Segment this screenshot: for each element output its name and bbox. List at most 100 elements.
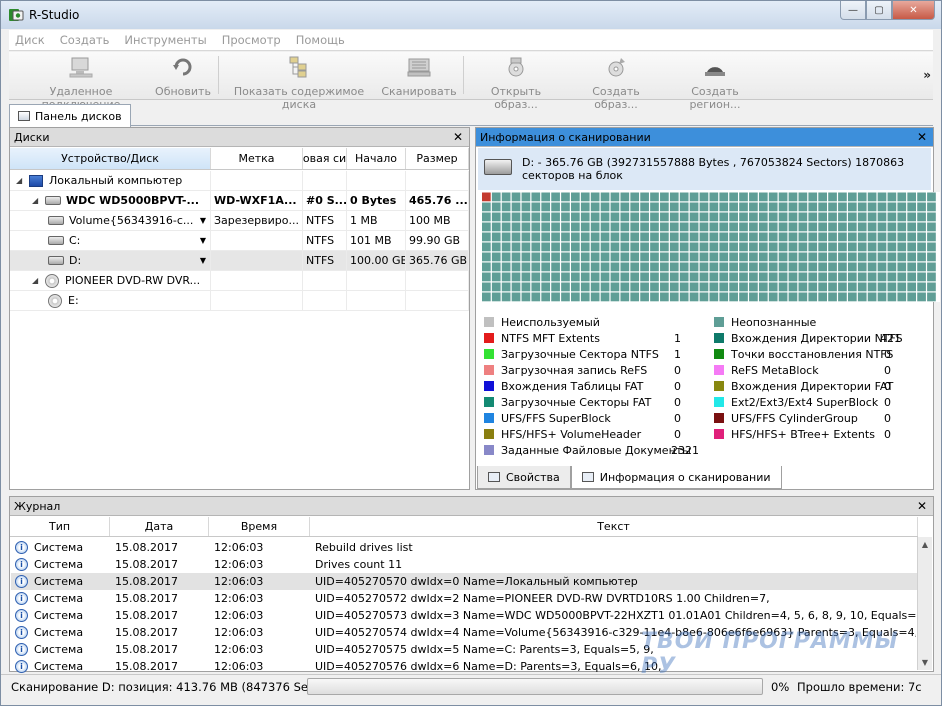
scan-block	[600, 212, 610, 222]
create-image-button[interactable]: Создать образ...	[569, 56, 663, 111]
menu-disk[interactable]: Диск	[15, 33, 45, 47]
scan-block	[927, 232, 936, 242]
scan-block	[699, 282, 709, 292]
disk-row[interactable]: D: ▼ NTFS 100.00 GB 365.76 GB	[10, 250, 469, 271]
toolbar-separator	[463, 56, 464, 94]
scroll-up-icon[interactable]: ▲	[918, 537, 932, 552]
disk-row[interactable]: E:	[10, 290, 469, 311]
disk-filesystem: NTFS	[303, 210, 347, 231]
journal-row[interactable]: i Система 15.08.2017 12:06:03 Rebuild drives…	[11, 539, 917, 556]
scan-block	[897, 262, 907, 272]
journal-header: Журнал ✕	[10, 497, 933, 516]
legend-item: Ext2/Ext3/Ext4 SuperBlock	[714, 396, 878, 409]
scan-block	[798, 252, 808, 262]
chevron-down-icon[interactable]: ▼	[200, 256, 206, 265]
create-region-button[interactable]: Создать регион...	[667, 56, 763, 111]
legend-count: 1	[674, 347, 681, 361]
menu-help[interactable]: Помощь	[296, 33, 345, 47]
scan-block	[739, 242, 748, 252]
refresh-button[interactable]: Обновить	[153, 56, 213, 98]
journal-row[interactable]: i Система 15.08.2017 12:06:03 UID=405270573 …	[11, 607, 917, 624]
col-label[interactable]: Метка	[211, 148, 303, 169]
toolbar-overflow-button[interactable]: »	[923, 68, 931, 82]
legend-swatch	[714, 365, 724, 375]
close-button[interactable]: ✕	[892, 1, 935, 20]
disk-row[interactable]: ◢ WDC WD5000BPVT-... WD-WXF1A... #0 S... 0 B…	[10, 190, 469, 211]
scan-block	[788, 252, 798, 262]
chevron-down-icon[interactable]: ▼	[200, 236, 206, 245]
col-text[interactable]: Текст	[310, 517, 918, 536]
journal-row[interactable]: i Система 15.08.2017 12:06:03 UID=405270572 …	[11, 590, 917, 607]
scan-block	[689, 272, 699, 282]
scan-block	[491, 222, 501, 232]
col-size[interactable]: Размер	[406, 148, 469, 169]
log-date: 15.08.2017	[115, 558, 178, 571]
journal-row[interactable]: i Система 15.08.2017 12:06:03 UID=405270570 …	[11, 573, 917, 590]
scan-block	[669, 272, 679, 282]
menu-create[interactable]: Создать	[60, 33, 110, 47]
scan-block	[768, 192, 778, 202]
scan-block	[877, 282, 887, 292]
tab-scan-info[interactable]: Информация о сканировании	[570, 466, 782, 489]
disk-name: D:	[69, 254, 82, 267]
disk-row[interactable]: ◢ Локальный компьютер	[10, 170, 469, 191]
scan-block	[818, 242, 827, 252]
scan-block	[669, 282, 679, 292]
scan-block	[907, 232, 917, 242]
legend-item: HFS/HFS+ VolumeHeader	[484, 428, 641, 441]
scan-block	[857, 282, 867, 292]
journal-row[interactable]: i Система 15.08.2017 12:06:03 Drives count 1…	[11, 556, 917, 573]
scan-block	[719, 292, 729, 302]
legend-swatch	[714, 429, 724, 439]
show-disk-contents-button[interactable]: Показать содержимое диска	[223, 56, 375, 111]
chevron-down-icon[interactable]: ▼	[200, 216, 206, 225]
hdd-icon	[484, 159, 512, 175]
expand-toggle-icon[interactable]: ◢	[16, 176, 24, 185]
col-start[interactable]: Начало	[347, 148, 406, 169]
title-bar[interactable]: R-Studio — ▢ ✕	[1, 1, 941, 29]
col-filesystem[interactable]: овая си	[303, 148, 347, 169]
scan-block	[818, 212, 827, 222]
menu-view[interactable]: Просмотр	[222, 33, 281, 47]
scan-block	[521, 242, 531, 252]
scan-block	[788, 192, 798, 202]
journal-close-button[interactable]: ✕	[917, 499, 927, 513]
scan-block	[679, 222, 689, 232]
scan-button[interactable]: Сканировать	[381, 56, 457, 98]
expand-toggle-icon[interactable]: ◢	[32, 196, 40, 205]
legend-row: Вхождения Таблицы FAT 0 Вхождения Директор…	[484, 378, 934, 394]
disk-label	[211, 170, 303, 191]
col-device[interactable]: Устройство/Диск	[10, 148, 211, 169]
remote-connect-button[interactable]: Удаленное подключение	[13, 56, 149, 111]
menu-tools[interactable]: Инструменты	[124, 33, 206, 47]
scan-block	[580, 222, 590, 232]
open-image-button[interactable]: Открыть образ...	[469, 56, 563, 111]
disk-row[interactable]: Volume{56343916-c... ▼ Зарезервиро... NTFS 1…	[10, 210, 469, 231]
legend-count: 0	[884, 379, 891, 393]
disk-row[interactable]: ◢ PIONEER DVD-RW DVR...	[10, 270, 469, 291]
scan-block	[838, 232, 847, 242]
scan-panel-tabs: Свойства Информация о сканировании	[477, 466, 782, 490]
disk-row[interactable]: C: ▼ NTFS 101 MB 99.90 GB	[10, 230, 469, 251]
col-date[interactable]: Дата	[110, 517, 209, 536]
expand-toggle-icon[interactable]: ◢	[32, 276, 40, 285]
scan-block	[610, 202, 620, 212]
col-type[interactable]: Тип	[10, 517, 110, 536]
scan-block	[739, 202, 748, 212]
legend-item: Загрузочная запись ReFS	[484, 364, 647, 377]
scan-block	[897, 242, 907, 252]
scan-block	[709, 292, 719, 302]
scan-block	[531, 202, 541, 212]
tab-disk-panel[interactable]: Панель дисков	[9, 104, 131, 127]
scan-block	[482, 202, 491, 212]
scan-block	[867, 222, 877, 232]
legend-count: 0	[884, 347, 891, 361]
scan-info-close-button[interactable]: ✕	[917, 130, 927, 144]
scan-block	[521, 282, 531, 292]
disks-panel-close-button[interactable]: ✕	[453, 130, 463, 144]
tab-properties[interactable]: Свойства	[477, 466, 571, 489]
minimize-button[interactable]: —	[840, 1, 866, 20]
maximize-button[interactable]: ▢	[866, 1, 892, 20]
scan-block	[867, 252, 877, 262]
col-time[interactable]: Время	[209, 517, 310, 536]
